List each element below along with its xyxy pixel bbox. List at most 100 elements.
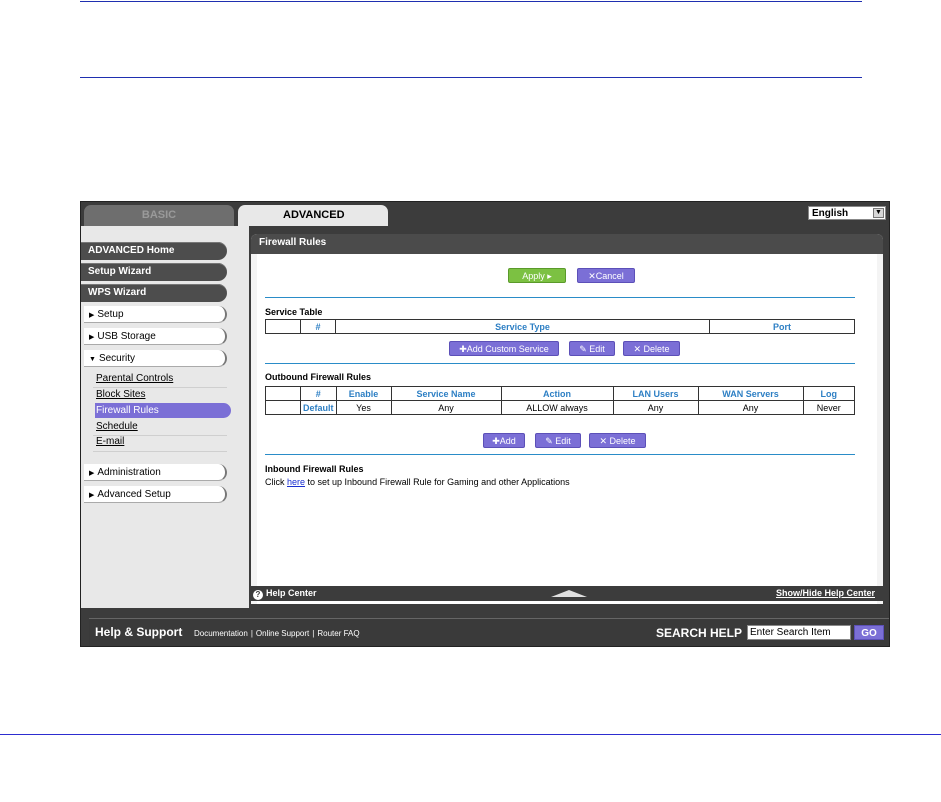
search-help-label: SEARCH HELP	[656, 626, 743, 640]
page-rule-footer	[0, 734, 941, 735]
cancel-label: Cancel	[595, 271, 624, 281]
caret-right-icon: ▶	[89, 470, 95, 477]
sidebar-item-advanced-home[interactable]: ADVANCED Home	[81, 242, 227, 260]
table-header-cell: #	[300, 319, 336, 334]
sidebar-item-label: Advanced Setup	[97, 489, 171, 500]
caret-right-icon: ▶	[89, 492, 95, 499]
help-center-label: Help Center	[266, 588, 317, 598]
table-cell-enable: Yes	[335, 400, 392, 415]
delete-service-button[interactable]: ✕ Delete	[623, 341, 680, 356]
table-header-cell: #	[300, 386, 337, 401]
table-header-row: # Enable Service Name Action LAN Users W…	[265, 386, 856, 401]
router-faq-link[interactable]: Router FAQ	[317, 629, 359, 638]
edit-label: Edit	[589, 344, 605, 354]
sidebar-item-setup[interactable]: ▶ Setup	[84, 306, 227, 323]
sidebar-sub-email[interactable]: E-mail	[95, 434, 225, 449]
page-rule-header-bottom	[80, 77, 862, 78]
outbound-rules-table: # Enable Service Name Action LAN Users W…	[265, 386, 856, 415]
show-hide-help-center-link[interactable]: Show/Hide Help Center	[776, 586, 875, 601]
table-cell-action: ALLOW always	[500, 400, 614, 415]
service-table: # Service Type Port	[265, 319, 855, 334]
table-cell-wan-servers: Any	[697, 400, 804, 415]
tab-advanced[interactable]: ADVANCED	[238, 205, 388, 226]
table-cell-log: Never	[802, 400, 856, 415]
sidebar-item-label: USB Storage	[97, 331, 156, 342]
table-cell-select[interactable]	[265, 400, 301, 415]
chevron-down-icon[interactable]: ▼	[873, 208, 884, 218]
help-support-title: Help & Support	[95, 625, 183, 639]
add-label: Add	[499, 436, 516, 446]
add-custom-service-button[interactable]: ✚Add Custom Service	[449, 341, 559, 356]
plus-icon: ✚	[459, 344, 467, 354]
sidebar-item-label: Setup	[97, 309, 124, 320]
table-header-cell: WAN Servers	[697, 386, 804, 401]
top-tab-bar: BASIC ADVANCED English ▼	[81, 202, 889, 226]
documentation-link[interactable]: Documentation	[194, 629, 248, 638]
section-divider	[265, 297, 855, 298]
section-divider	[265, 363, 855, 364]
plus-icon: ✚	[492, 436, 500, 446]
chevron-up-icon[interactable]	[551, 590, 587, 597]
sidebar-sub-firewall-rules[interactable]: Firewall Rules	[95, 403, 231, 418]
edit-service-button[interactable]: ✎ Edit	[569, 341, 615, 356]
delete-label: Delete	[643, 344, 670, 354]
sidebar-item-wps-wizard[interactable]: WPS Wizard	[81, 284, 227, 302]
caret-down-icon: ▼	[89, 356, 96, 363]
tab-basic[interactable]: BASIC	[84, 205, 234, 226]
service-table-title: Service Table	[265, 307, 323, 317]
sidebar-item-label: Administration	[97, 467, 161, 478]
footer-links: Documentation | Online Support | Router FAQ	[194, 629, 360, 638]
go-button[interactable]: GO	[854, 625, 884, 640]
caret-right-icon: ▶	[89, 312, 95, 319]
table-header-cell	[265, 386, 301, 401]
table-header-cell: LAN Users	[612, 386, 699, 401]
sidebar-item-setup-wizard[interactable]: Setup Wizard	[81, 263, 227, 281]
outbound-rules-title: Outbound Firewall Rules	[265, 372, 372, 382]
pencil-icon: ✎	[545, 436, 556, 446]
sidebar-sub-schedule[interactable]: Schedule	[95, 419, 225, 434]
panel-title: Firewall Rules	[251, 234, 883, 254]
section-divider	[265, 454, 855, 455]
sidebar-item-advanced-setup[interactable]: ▶ Advanced Setup	[84, 486, 227, 503]
sidebar-item-usb-storage[interactable]: ▶ USB Storage	[84, 328, 227, 345]
main-panel: Firewall Rules Apply ▸ ✕Cancel Service T…	[251, 234, 883, 604]
add-custom-service-label: Add Custom Service	[466, 344, 549, 354]
table-header-cell: Service Name	[390, 386, 502, 401]
language-select[interactable]: English ▼	[808, 206, 886, 220]
sidebar-item-label: Security	[98, 353, 136, 364]
panel-body: Apply ▸ ✕Cancel Service Table # Service …	[257, 254, 877, 604]
close-icon: ✕	[599, 436, 610, 446]
table-header-cell: Port	[709, 319, 855, 334]
inbound-rules-title: Inbound Firewall Rules	[265, 464, 364, 474]
table-header-cell	[265, 319, 301, 334]
table-header-row: # Service Type Port	[265, 319, 855, 334]
table-header-cell: Action	[500, 386, 614, 401]
table-row[interactable]: Default Yes Any ALLOW always Any Any Nev…	[265, 400, 856, 415]
edit-rule-button[interactable]: ✎ Edit	[535, 433, 581, 448]
caret-right-icon: ▶	[89, 334, 95, 341]
separator: |	[312, 629, 315, 638]
delete-rule-button[interactable]: ✕ Delete	[589, 433, 646, 448]
help-center-bar: ? Help Center Show/Hide Help Center	[251, 586, 883, 601]
inbound-text-before: Click	[265, 477, 287, 487]
sidebar-item-security[interactable]: ▼ Security	[84, 350, 227, 367]
close-icon: ✕	[588, 271, 596, 281]
online-support-link[interactable]: Online Support	[256, 629, 309, 638]
pencil-icon: ✎	[579, 344, 590, 354]
sidebar-sub-parental-controls[interactable]: Parental Controls	[95, 371, 225, 386]
help-center-toggle[interactable]: ? Help Center	[253, 586, 317, 601]
language-selected-value: English	[812, 208, 849, 219]
apply-button[interactable]: Apply ▸	[508, 268, 566, 283]
close-icon: ✕	[633, 344, 644, 354]
add-rule-button[interactable]: ✚Add	[483, 433, 525, 448]
table-header-cell: Enable	[335, 386, 392, 401]
separator: |	[250, 629, 253, 638]
sidebar-sub-block-sites[interactable]: Block Sites	[95, 387, 225, 402]
sidebar: ADVANCED Home Setup Wizard WPS Wizard ▶ S…	[81, 226, 249, 608]
table-cell-number: Default	[300, 400, 337, 415]
inbound-rules-link[interactable]: here	[287, 477, 305, 487]
search-input[interactable]	[747, 625, 851, 640]
sidebar-item-administration[interactable]: ▶ Administration	[84, 464, 227, 481]
footer: Help & Support Documentation | Online Supp…	[89, 618, 889, 646]
cancel-button[interactable]: ✕Cancel	[577, 268, 635, 283]
